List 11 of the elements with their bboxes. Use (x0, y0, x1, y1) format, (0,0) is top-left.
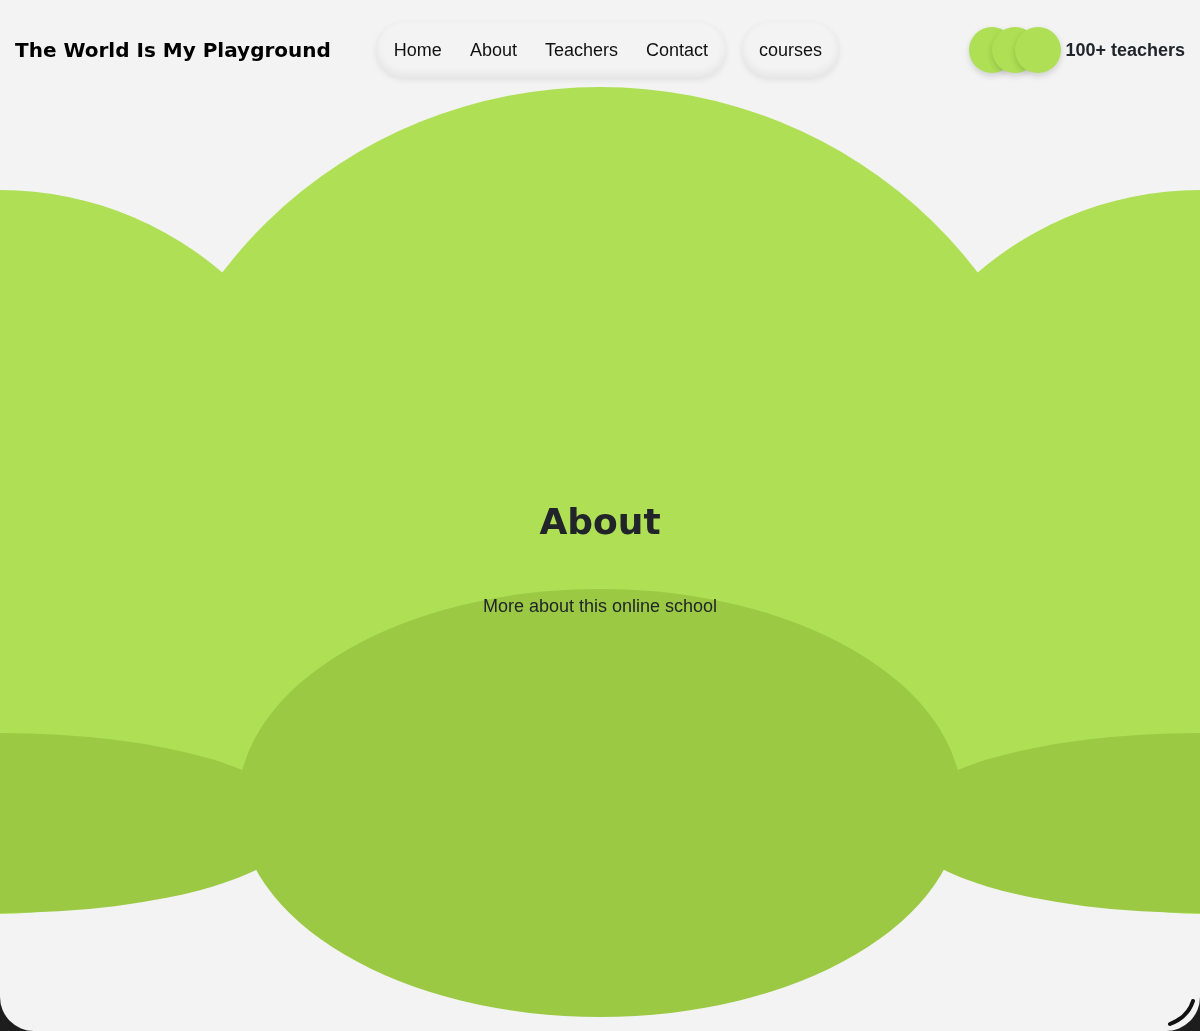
nav-link[interactable]: Home (379, 30, 456, 70)
courses-button[interactable]: courses (742, 22, 840, 78)
resize-handle-icon[interactable] (1166, 997, 1196, 1027)
teachers-count: 100+ teachers (1065, 38, 1185, 62)
page-subtitle: More about this online school (481, 595, 719, 619)
site-logo[interactable]: The World Is My Playground (15, 35, 331, 65)
nav-link[interactable]: About (455, 30, 531, 70)
avatar-icon (1015, 27, 1062, 73)
nav-link[interactable]: Teachers (530, 30, 632, 70)
nav-link[interactable]: Contact (631, 30, 722, 70)
page-title: About (538, 500, 662, 544)
